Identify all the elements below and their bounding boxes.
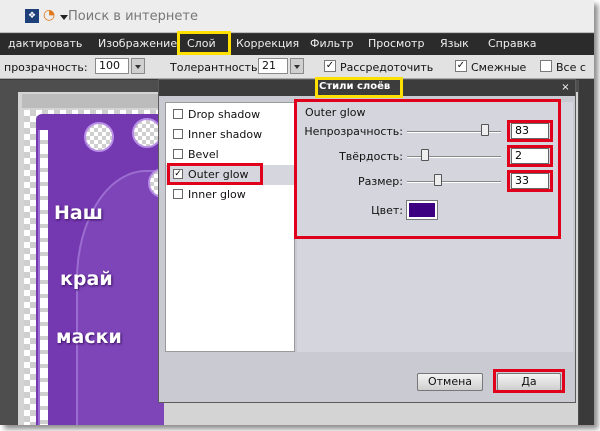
- canvas-text-line-2: край: [60, 268, 113, 290]
- workspace-scrollbar[interactable]: [579, 80, 594, 425]
- menu-language[interactable]: Язык: [440, 37, 469, 50]
- adjacent-label: Смежные: [471, 61, 527, 74]
- dialog-title-highlight: [315, 77, 403, 98]
- chevron-down-icon[interactable]: [60, 15, 68, 20]
- menu-help[interactable]: Справка: [488, 37, 536, 50]
- style-item-label: Inner glow: [188, 188, 246, 201]
- adjacent-checkbox[interactable]: ✓: [455, 60, 467, 72]
- style-item-bevel[interactable]: Bevel: [166, 145, 294, 165]
- spread-label: Рассредоточить: [340, 61, 434, 74]
- layer-styles-dialog: Стили слоёв × Drop shadow Inner shadow B…: [158, 77, 576, 403]
- browser-toolbar: ❖ ◔ Поиск в интернете: [0, 0, 594, 33]
- windows-icon[interactable]: ❖: [25, 9, 39, 23]
- tolerance-label: Толерантность:: [170, 61, 262, 74]
- menu-edit[interactable]: дактировать: [8, 37, 82, 50]
- opacity-dropdown[interactable]: [131, 58, 145, 74]
- tolerance-dropdown[interactable]: [290, 58, 304, 74]
- perforated-edge: [38, 130, 48, 425]
- all-layers-label: Все с: [556, 61, 586, 74]
- style-checkbox[interactable]: [173, 129, 183, 139]
- size-value-highlight: [507, 170, 553, 192]
- menubar: дактировать Изображение Слой Коррекция Ф…: [0, 34, 594, 55]
- cancel-button[interactable]: Отмена: [417, 373, 483, 391]
- image-canvas[interactable]: Наш край маски: [24, 110, 164, 425]
- hardness-value-highlight: [507, 145, 553, 167]
- opacity-input[interactable]: 100: [95, 58, 129, 74]
- transparent-circle: [84, 122, 114, 152]
- style-item-inner-shadow[interactable]: Inner shadow: [166, 125, 294, 145]
- tolerance-input[interactable]: 21: [258, 58, 288, 74]
- style-item-label: Inner shadow: [188, 128, 263, 141]
- layer-menu-highlight: [177, 31, 231, 55]
- style-item-label: Bevel: [188, 148, 219, 161]
- menu-view[interactable]: Просмотр: [368, 37, 424, 50]
- canvas-text-line-1: Наш: [54, 202, 103, 224]
- style-checkbox[interactable]: [173, 109, 183, 119]
- menu-filter[interactable]: Фильтр: [310, 37, 354, 50]
- screenshot-frame: ❖ ◔ Поиск в интернете дактировать Изобра…: [0, 0, 594, 425]
- ok-button-highlight: [493, 369, 565, 393]
- all-layers-checkbox[interactable]: [540, 60, 552, 72]
- menu-adjustments[interactable]: Коррекция: [236, 37, 299, 50]
- search-engine-icon[interactable]: ◔: [43, 7, 55, 23]
- menu-image[interactable]: Изображение: [98, 37, 177, 50]
- search-input[interactable]: Поиск в интернете: [68, 8, 398, 26]
- tool-options-bar: прозрачность: 100 Толерантность: 21 ✓ Ра…: [0, 55, 594, 79]
- opacity-value-highlight: [507, 120, 553, 142]
- close-icon[interactable]: ×: [560, 82, 571, 93]
- opacity-label: прозрачность:: [4, 61, 88, 74]
- style-item-drop-shadow[interactable]: Drop shadow: [166, 105, 294, 125]
- spread-checkbox[interactable]: ✓: [324, 60, 336, 72]
- style-item-label: Drop shadow: [188, 108, 261, 121]
- style-checkbox[interactable]: [173, 149, 183, 159]
- style-checkbox[interactable]: [173, 189, 183, 199]
- outer-glow-highlight: [167, 163, 263, 185]
- style-list: Drop shadow Inner shadow Bevel ✓ Outer g…: [165, 102, 295, 352]
- canvas-text-line-3: маски: [56, 326, 122, 348]
- style-item-inner-glow[interactable]: Inner glow: [166, 185, 294, 205]
